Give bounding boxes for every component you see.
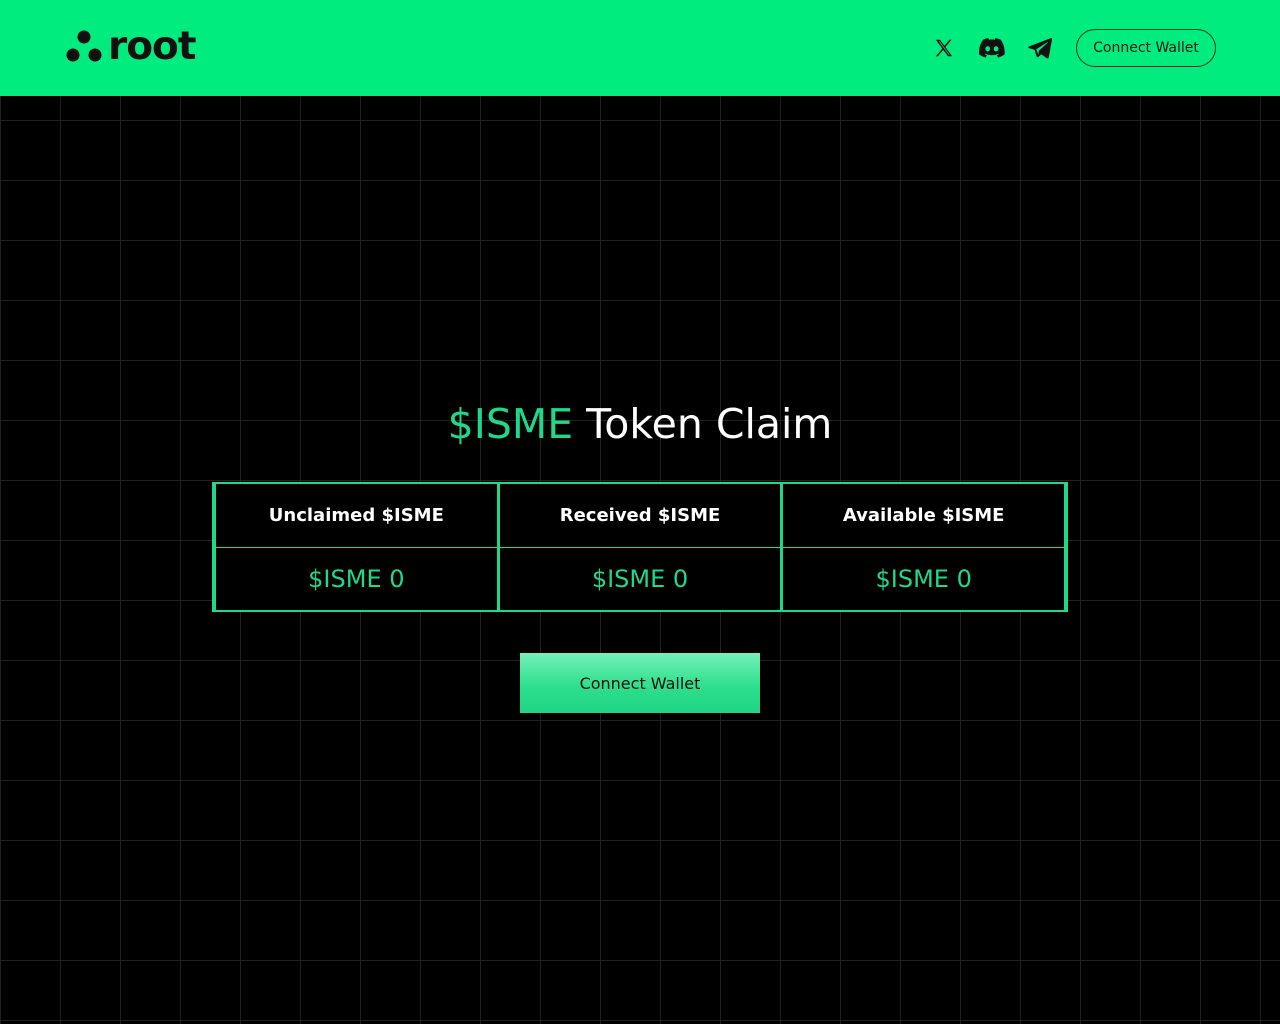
telegram-social-link[interactable] [1023,31,1057,65]
stat-received: Received $ISME $ISME 0 [496,484,781,610]
telegram-icon [1028,38,1052,59]
claim-page-main: $ISME Token Claim Unclaimed $ISME $ISME … [0,96,1280,1024]
stat-value: $ISME 0 [308,565,405,593]
page-title: $ISME Token Claim [0,398,1280,450]
stat-label: Available $ISME [783,484,1065,548]
root-logo[interactable]: root [64,24,196,69]
three-dots-logo-icon [66,30,102,62]
stat-value: $ISME 0 [875,565,972,593]
connect-wallet-button[interactable]: Connect Wallet [520,653,760,713]
stat-label: Received $ISME [499,484,781,548]
token-stats-table: Unclaimed $ISME $ISME 0 Received $ISME $… [212,482,1068,612]
x-social-link[interactable] [927,31,961,65]
discord-social-link[interactable] [975,31,1009,65]
stat-label: Unclaimed $ISME [216,484,497,548]
title-token-accent: $ISME [447,400,574,448]
top-nav-bar: root Connect Wallet [0,0,1280,96]
logo-text: root [108,24,196,69]
discord-icon [979,38,1005,58]
title-rest: Token Claim [586,400,833,448]
stat-available: Available $ISME $ISME 0 [780,484,1065,610]
stat-value: $ISME 0 [591,565,689,593]
x-icon [935,39,953,57]
header-connect-wallet-button[interactable]: Connect Wallet [1076,29,1216,67]
stat-unclaimed: Unclaimed $ISME $ISME 0 [216,484,497,610]
